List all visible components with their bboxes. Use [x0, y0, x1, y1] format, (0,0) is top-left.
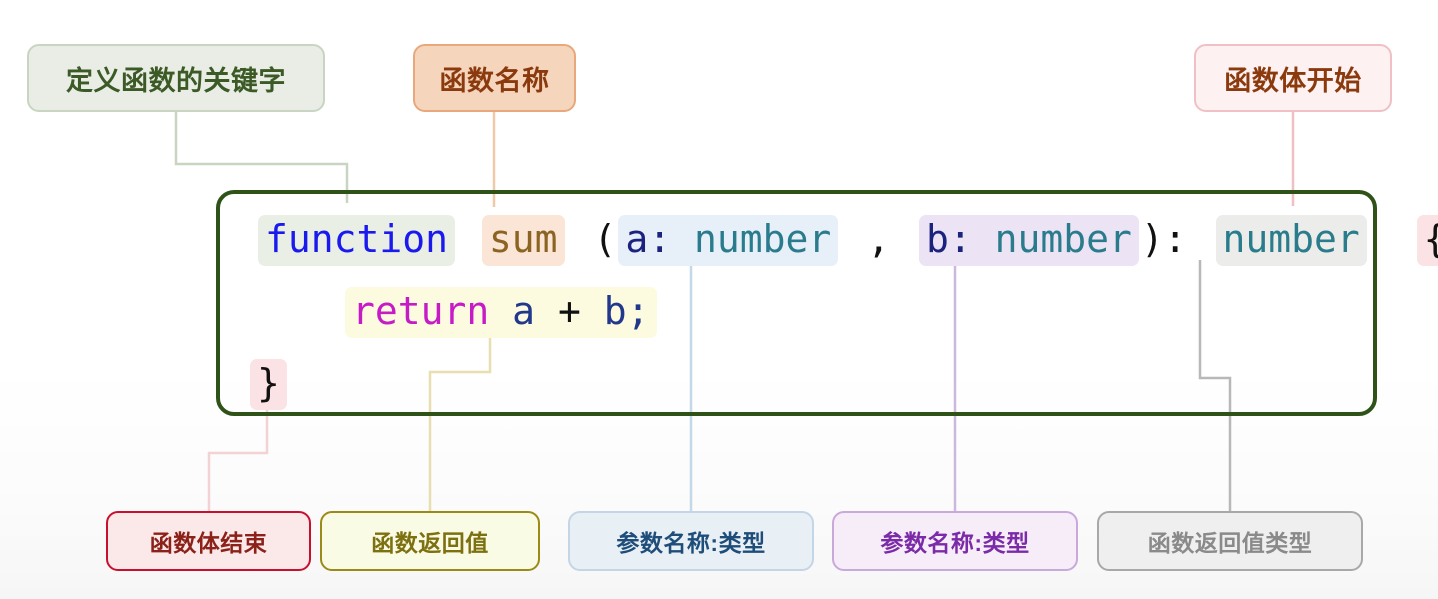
- token-return-gap-3: [581, 289, 604, 333]
- label-body-start[interactable]: 函数体开始: [1194, 44, 1392, 112]
- code-block: function sum (a: number , b: number): nu…: [216, 190, 1438, 416]
- token-open-paren: (: [593, 217, 617, 261]
- label-return-type[interactable]: 函数返回值类型: [1097, 511, 1363, 571]
- token-return-type[interactable]: number: [1215, 215, 1367, 266]
- token-operand-a: a: [512, 289, 536, 333]
- token-param1-name: a:: [625, 217, 672, 261]
- label-param1-text: 参数名称:类型: [616, 530, 766, 556]
- label-param2[interactable]: 参数名称:类型: [832, 511, 1078, 571]
- connector-body-end: [207, 402, 269, 511]
- label-keyword[interactable]: 定义函数的关键字: [27, 44, 325, 112]
- diagram-canvas: 定义函数的关键字 函数名称 函数体开始 function sum (a: num…: [0, 0, 1438, 599]
- code-line-1: function sum (a: number , b: number): nu…: [258, 215, 1438, 266]
- token-param1-type: number: [694, 217, 832, 261]
- token-param2-type: number: [994, 217, 1132, 261]
- label-return-value[interactable]: 函数返回值: [320, 511, 540, 571]
- label-func-name[interactable]: 函数名称: [413, 44, 576, 112]
- token-space-6: [1367, 215, 1417, 266]
- token-return-gap-1: [489, 289, 512, 333]
- token-operand-b: b;: [603, 289, 650, 333]
- token-param2-name: b:: [925, 217, 972, 261]
- token-space-5: [1189, 215, 1216, 266]
- label-keyword-text: 定义函数的关键字: [66, 65, 286, 96]
- token-close-paren: ):: [1140, 217, 1187, 261]
- label-body-end[interactable]: 函数体结束: [106, 511, 311, 571]
- token-keyword-return: return: [352, 289, 490, 333]
- token-param1[interactable]: a: number: [618, 215, 839, 266]
- token-space-1: [455, 215, 482, 266]
- token-return-gap-2: [535, 289, 558, 333]
- token-function-name[interactable]: sum: [481, 215, 565, 266]
- label-return-value-text: 函数返回值: [371, 530, 489, 556]
- token-close-brace[interactable]: }: [250, 359, 287, 410]
- token-param1-gap: [671, 217, 694, 261]
- token-space-4: [892, 215, 919, 266]
- label-body-end-text: 函数体结束: [149, 530, 268, 556]
- token-space-3: [838, 215, 865, 266]
- token-operator-plus: +: [557, 289, 581, 333]
- code-line-3: }: [250, 359, 287, 410]
- label-param1[interactable]: 参数名称:类型: [568, 511, 814, 571]
- token-keyword-function[interactable]: function: [258, 215, 456, 266]
- token-param2[interactable]: b: number: [918, 215, 1139, 266]
- label-func-name-text: 函数名称: [439, 65, 550, 96]
- label-body-start-text: 函数体开始: [1224, 65, 1362, 96]
- label-return-type-text: 函数返回值类型: [1147, 530, 1313, 556]
- token-return-statement[interactable]: return a + b;: [345, 287, 657, 338]
- token-param2-gap: [972, 217, 995, 261]
- code-line-2: return a + b;: [345, 287, 657, 338]
- token-comma: ,: [867, 217, 891, 261]
- label-param2-text: 参数名称:类型: [880, 530, 1030, 556]
- token-open-brace[interactable]: {: [1416, 215, 1438, 266]
- token-space-2: [565, 215, 592, 266]
